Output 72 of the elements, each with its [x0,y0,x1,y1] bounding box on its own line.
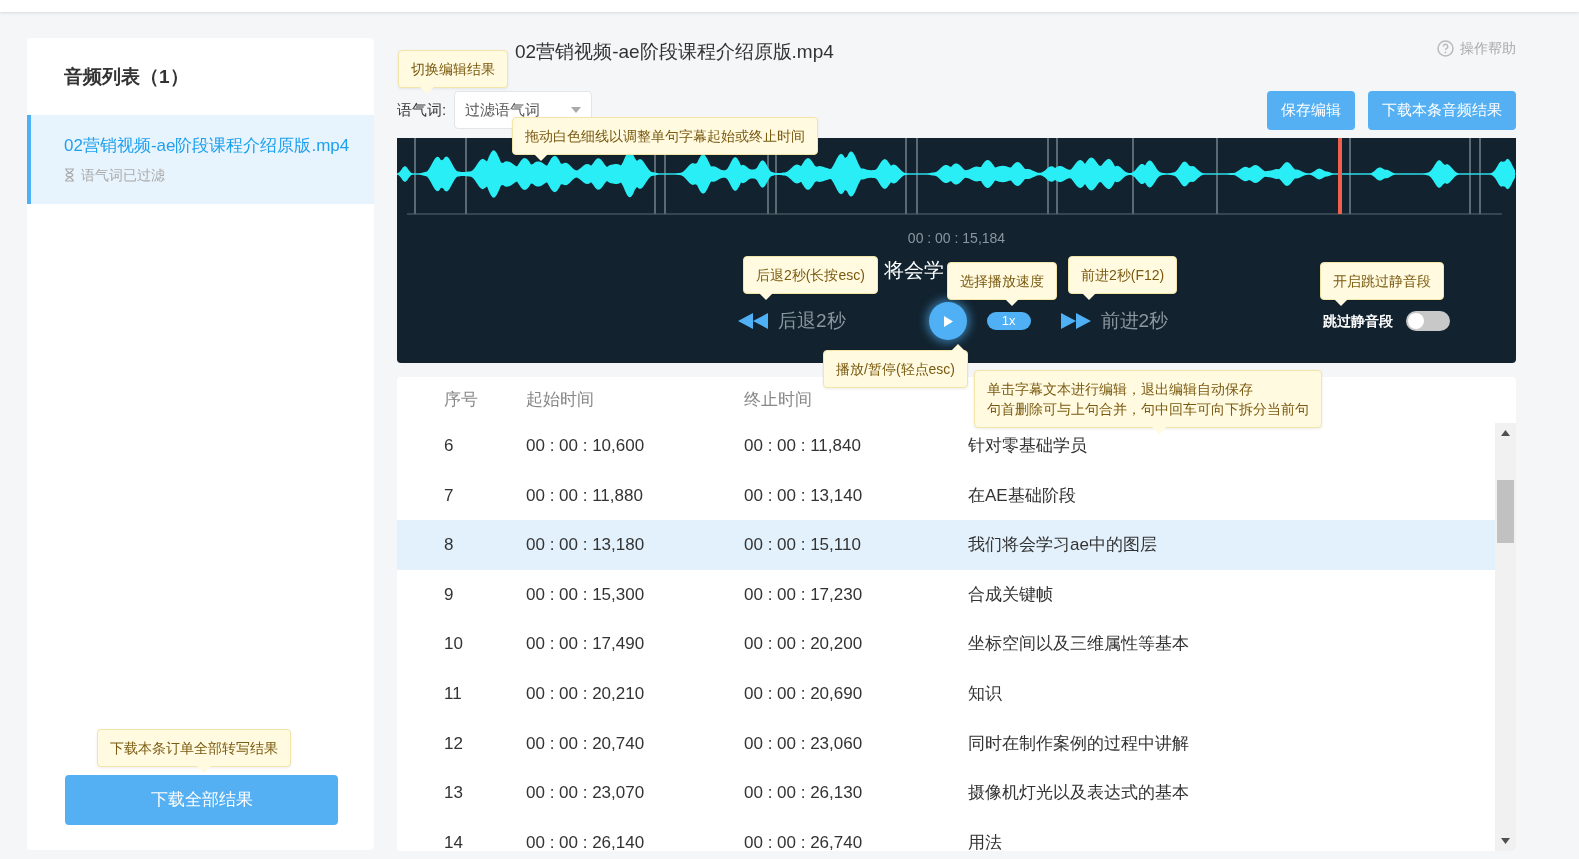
row-number: 10 [444,634,463,654]
column-header: 序号 [443,389,479,412]
row-number: 6 [444,436,454,456]
tooltip-text: 下载本条订单全部转写结果 [110,740,278,756]
start-time: 00 : 00 : 23,070 [526,783,645,803]
subtitle-text[interactable]: 摄像机灯光以及表达式的基本 [968,783,1189,803]
forward-button[interactable]: 前进2秒 [1060,306,1169,336]
tooltip-line: 单击字幕文本进行编辑，退出编辑自动保存 [987,380,1254,399]
tooltip-line: 句首删除可与上句合并，句中回车可向下拆分当前句 [987,400,1309,419]
subtitle-text[interactable]: 合成关键帧 [968,584,1053,604]
caret-icon [571,107,582,113]
play-icon [942,315,953,327]
end-time: 00 : 00 : 20,200 [744,634,863,654]
start-time: 00 : 00 : 10,600 [526,436,645,456]
tooltip-text: 播放/暂停(轻点esc) [836,361,955,377]
row-number: 13 [444,783,463,803]
tooltip-text: 开启跳过静音段 [1333,273,1431,289]
row-number: 11 [444,684,462,703]
start-time: 00 : 00 : 26,140 [526,832,645,851]
column-header: 起始时间 [526,389,595,412]
end-time: 00 : 00 : 23,060 [744,733,863,753]
scrollbar[interactable] [1495,423,1516,851]
end-time: 00 : 00 : 20,690 [744,684,863,703]
skip-silence-label: 跳过静音段 [1323,311,1393,331]
play-button[interactable] [928,302,967,340]
row-number: 14 [444,832,463,851]
tooltip-text: 后退2秒(长按esc) [756,267,865,283]
end-time: 00 : 00 : 26,130 [744,783,863,803]
end-time: 00 : 00 : 13,140 [744,485,863,505]
subtitle-text[interactable]: 针对零基础学员 [968,436,1087,456]
filter-status: 语气词已过滤 [81,165,165,185]
start-time: 00 : 00 : 15,300 [526,584,645,604]
scroll-down-icon[interactable] [1501,838,1510,844]
scroll-up-icon[interactable] [1501,430,1510,436]
subtitle-text[interactable]: 知识 [968,684,1002,703]
subtitle-text[interactable]: 我们将会学习ae中的图层 [968,535,1157,555]
row-number: 8 [444,535,454,555]
tooltip-text: 切换编辑结果 [411,61,495,77]
subtitle-text[interactable]: 坐标空间以及三维属性等基本 [968,634,1189,654]
start-time: 00 : 00 : 11,880 [526,485,643,505]
tooltip-text: 前进2秒(F12) [1081,267,1165,283]
end-time: 00 : 00 : 26,740 [744,832,863,851]
end-time: 00 : 00 : 15,110 [744,535,861,555]
skip-silence-toggle[interactable] [1406,311,1450,331]
sidebar-title: 音频列表（1） [63,65,190,89]
current-subtitle: 将会学 [884,259,944,281]
help-icon [1437,40,1454,57]
tooltip-text: 选择播放速度 [960,273,1044,289]
row-number: 12 [444,733,463,753]
subtitle-text[interactable]: 用法 [968,832,1002,851]
tooltip-text: 拖动白色细线以调整单句字幕起始或终止时间 [525,128,805,144]
start-time: 00 : 00 : 13,180 [526,535,645,555]
subtitle-row[interactable]: 8 00 : 00 : 13,180 00 : 00 : 15,110 我们将会学习ae中的图层 [397,520,1495,570]
hourglass-icon [64,168,75,182]
fast-forward-icon [1060,313,1091,329]
audio-title: 02营销视频-ae阶段课程介绍原版.mp4 [515,40,834,64]
row-number: 7 [444,485,454,505]
end-time: 00 : 00 : 11,840 [744,436,861,456]
start-time: 00 : 00 : 20,740 [526,733,645,753]
subtitle-text[interactable]: 同时在制作案例的过程中讲解 [968,733,1189,753]
end-time: 00 : 00 : 17,230 [744,584,863,604]
scrollbar-thumb[interactable] [1497,480,1514,543]
filter-label: 语气词: [397,99,447,120]
row-number: 9 [444,584,454,604]
start-time: 00 : 00 : 20,210 [526,684,645,703]
subtitle-text[interactable]: 在AE基础阶段 [968,485,1076,505]
current-time: 00 : 00 : 15,184 [906,229,1007,248]
audio-file-name: 02营销视频-ae阶段课程介绍原版.mp4 [64,135,351,157]
column-header: 终止时间 [744,389,813,412]
start-time: 00 : 00 : 17,490 [526,634,645,654]
rewind-button[interactable]: 后退2秒 [738,306,846,336]
rewind-icon [738,313,768,329]
